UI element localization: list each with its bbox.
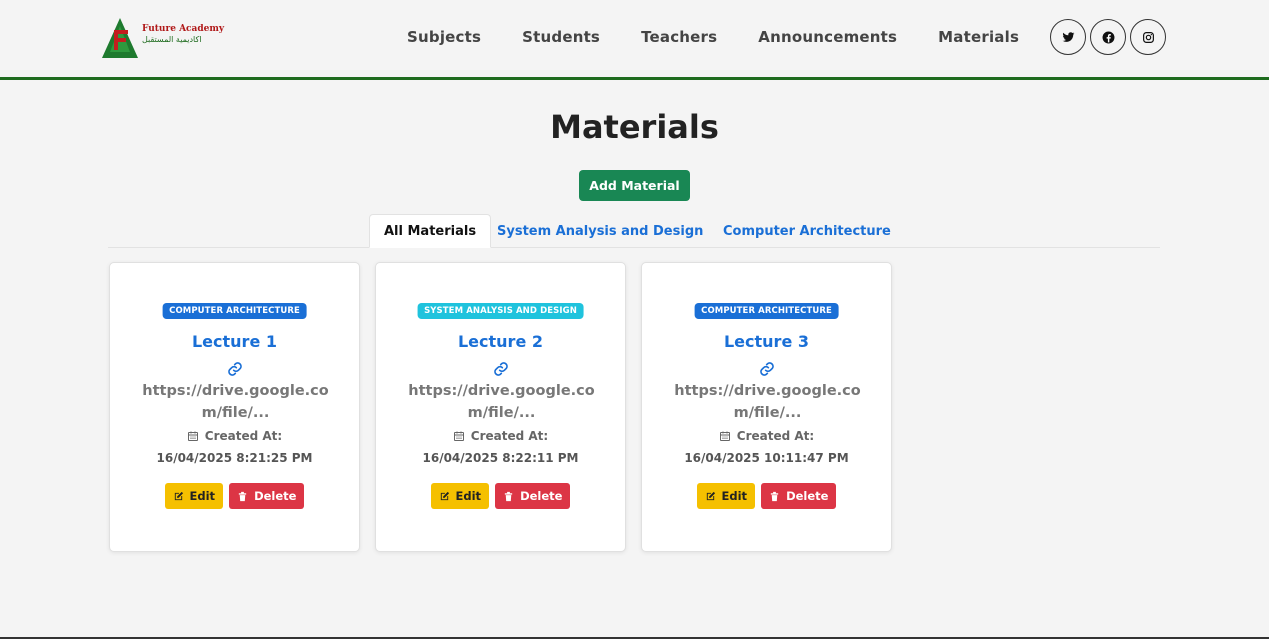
instagram-button[interactable] (1130, 19, 1166, 55)
link-icon[interactable] (227, 361, 243, 377)
add-material-button[interactable]: Add Material (579, 170, 690, 201)
delete-label: Delete (786, 489, 829, 503)
nav-link-students[interactable]: Students (522, 28, 600, 46)
delete-button[interactable]: Delete (495, 483, 571, 509)
edit-icon (174, 491, 183, 500)
card-actions: Edit Delete (376, 483, 625, 509)
nav-link-teachers[interactable]: Teachers (641, 28, 717, 46)
link-icon[interactable] (493, 361, 509, 377)
material-title[interactable]: Lecture 1 (110, 332, 359, 351)
facebook-icon (1102, 31, 1114, 43)
facebook-button[interactable] (1090, 19, 1126, 55)
delete-button[interactable]: Delete (761, 483, 837, 509)
material-card: COMPUTER ARCHITECTURE Lecture 1 https://… (109, 262, 360, 552)
subject-badge: COMPUTER ARCHITECTURE (162, 303, 307, 319)
nav-links: Subjects Students Teachers Announcements… (407, 26, 1019, 48)
edit-label: Edit (455, 489, 482, 503)
calendar-icon (187, 431, 198, 441)
trash-icon (504, 491, 513, 501)
created-at-label: Created At: (736, 429, 815, 443)
navbar: Future Academy اكاديمية المستقبل Subject… (0, 0, 1269, 80)
social-links (1050, 19, 1170, 55)
delete-label: Delete (254, 489, 297, 503)
created-at: Created At: (642, 429, 891, 443)
created-at: Created At: (376, 429, 625, 443)
created-at-label: Created At: (470, 429, 549, 443)
instagram-icon (1142, 31, 1154, 43)
twitter-button[interactable] (1050, 19, 1086, 55)
edit-button[interactable]: Edit (430, 483, 490, 509)
edit-button[interactable]: Edit (696, 483, 756, 509)
subject-badge: SYSTEM ANALYSIS AND DESIGN (417, 303, 584, 319)
edit-label: Edit (721, 489, 748, 503)
card-actions: Edit Delete (110, 483, 359, 509)
calendar-icon (719, 431, 730, 441)
edit-button[interactable]: Edit (164, 483, 224, 509)
material-url[interactable]: https://drive.google.com/file/... (406, 380, 597, 424)
created-date: 16/04/2025 8:22:11 PM (422, 451, 579, 465)
created-date: 16/04/2025 10:11:47 PM (684, 451, 849, 465)
academy-logo-icon (102, 18, 138, 58)
delete-label: Delete (520, 489, 563, 503)
nav-link-materials[interactable]: Materials (938, 28, 1019, 46)
calendar-icon (453, 431, 464, 441)
created-at-label: Created At: (204, 429, 283, 443)
tab-all-materials[interactable]: All Materials (369, 214, 492, 248)
card-actions: Edit Delete (642, 483, 891, 509)
delete-button[interactable]: Delete (229, 483, 305, 509)
subject-badge: COMPUTER ARCHITECTURE (694, 303, 839, 319)
link-icon[interactable] (759, 361, 775, 377)
material-url[interactable]: https://drive.google.com/file/... (672, 380, 863, 424)
material-title[interactable]: Lecture 2 (376, 332, 625, 351)
page-title: Materials (550, 108, 719, 146)
material-title[interactable]: Lecture 3 (642, 332, 891, 351)
created-date: 16/04/2025 8:21:25 PM (156, 451, 313, 465)
tab-computer-architecture[interactable]: Computer Architecture (709, 214, 905, 248)
twitter-icon (1062, 31, 1074, 42)
material-card: SYSTEM ANALYSIS AND DESIGN Lecture 2 htt… (375, 262, 626, 552)
tab-system-analysis-and-design[interactable]: System Analysis and Design (483, 214, 717, 248)
nav-link-subjects[interactable]: Subjects (407, 28, 481, 46)
material-card: COMPUTER ARCHITECTURE Lecture 3 https://… (641, 262, 892, 552)
edit-label: Edit (189, 489, 216, 503)
created-at: Created At: (110, 429, 359, 443)
brand-name-en: Future Academy (142, 23, 225, 34)
nav-link-announcements[interactable]: Announcements (758, 28, 897, 46)
edit-icon (706, 491, 715, 500)
trash-icon (238, 491, 247, 501)
logo[interactable]: Future Academy اكاديمية المستقبل (100, 16, 230, 60)
edit-icon (440, 491, 449, 500)
brand-name-ar: اكاديمية المستقبل (142, 34, 202, 44)
material-url[interactable]: https://drive.google.com/file/... (140, 380, 331, 424)
trash-icon (770, 491, 779, 501)
